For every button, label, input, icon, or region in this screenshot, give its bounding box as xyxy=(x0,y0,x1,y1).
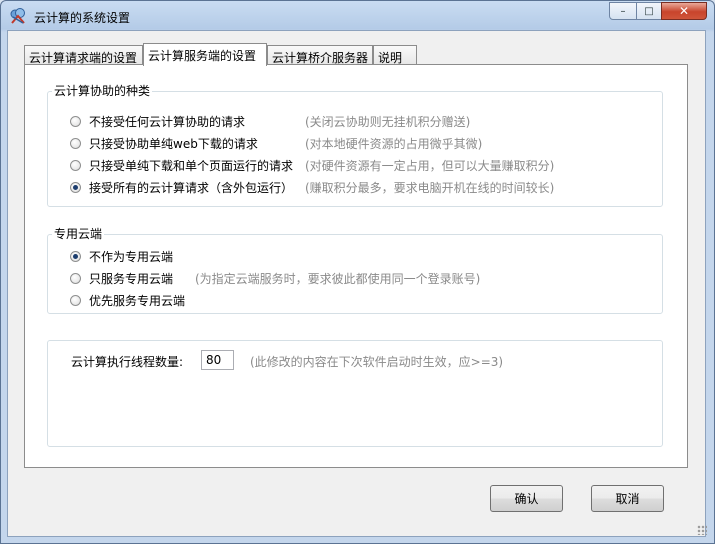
radio-hint: (为指定云端服务时，要求彼此都使用同一个登录账号) xyxy=(195,272,481,286)
tab-help[interactable]: 说明 xyxy=(373,45,417,65)
resize-grip-icon[interactable] xyxy=(697,525,707,535)
radio-label: 只接受单纯下载和单个页面运行的请求 xyxy=(89,159,294,173)
radio-reject-all[interactable]: 不接受任何云计算协助的请求 xyxy=(70,113,245,130)
maximize-button[interactable]: □ xyxy=(636,2,662,20)
radio-label: 优先服务专用云端 xyxy=(89,294,186,308)
cancel-button[interactable]: 取消 xyxy=(591,485,664,512)
radio-not-dedicated[interactable]: 不作为专用云端 xyxy=(70,248,173,265)
tab-request-settings[interactable]: 云计算请求端的设置 xyxy=(24,45,143,65)
thread-count-label: 云计算执行线程数量: xyxy=(71,355,184,369)
radio-button-selected[interactable] xyxy=(70,251,81,262)
title-bar[interactable]: 云计算的系统设置 – □ ✕ xyxy=(1,1,714,32)
radio-button-selected[interactable] xyxy=(70,182,81,193)
radio-button[interactable] xyxy=(70,273,81,284)
close-button[interactable]: ✕ xyxy=(661,2,707,20)
tab-panel: 云计算协助的种类 不接受任何云计算协助的请求 (关闭云协助则无挂机积分赠送) 只… xyxy=(24,64,688,468)
radio-hint: (赚取积分最多，要求电脑开机在线的时间较长) xyxy=(305,181,555,195)
radio-hint: (对硬件资源有一定占用，但可以大量赚取积分) xyxy=(305,159,555,173)
radio-label: 只接受协助单纯web下载的请求 xyxy=(89,137,258,151)
tab-bridge-server[interactable]: 云计算桥介服务器 xyxy=(267,45,373,65)
radio-button[interactable] xyxy=(70,138,81,149)
radio-button[interactable] xyxy=(70,295,81,306)
radio-button[interactable] xyxy=(70,160,81,171)
radio-download-and-page[interactable]: 只接受单纯下载和单个页面运行的请求 xyxy=(70,157,293,174)
thread-count-hint: (此修改的内容在下次软件启动时生效，应>=3) xyxy=(250,355,504,369)
minimize-button[interactable]: – xyxy=(609,2,637,20)
radio-dedicated-priority[interactable]: 优先服务专用云端 xyxy=(70,292,185,309)
radio-button[interactable] xyxy=(70,116,81,127)
radio-hint: (关闭云协助则无挂机积分赠送) xyxy=(305,115,471,129)
radio-accept-all[interactable]: 接受所有的云计算请求（含外包运行） xyxy=(70,179,293,196)
app-icon xyxy=(10,8,25,24)
ok-button[interactable]: 确认 xyxy=(490,485,563,512)
thread-count-input[interactable]: 80 xyxy=(201,350,234,370)
radio-dedicated-only[interactable]: 只服务专用云端 xyxy=(70,270,173,287)
radio-hint: (对本地硬件资源的占用微乎其微) xyxy=(305,137,483,151)
radio-label: 只服务专用云端 xyxy=(89,272,174,286)
radio-web-download-only[interactable]: 只接受协助单纯web下载的请求 xyxy=(70,135,258,152)
tab-server-settings[interactable]: 云计算服务端的设置 xyxy=(143,43,267,66)
radio-label: 接受所有的云计算请求（含外包运行） xyxy=(89,181,294,195)
window-title: 云计算的系统设置 xyxy=(34,11,131,25)
radio-label: 不作为专用云端 xyxy=(89,250,174,264)
dedicated-cloud-group-title: 专用云端 xyxy=(52,225,105,242)
radio-label: 不接受任何云计算协助的请求 xyxy=(89,115,246,129)
assist-type-group-title: 云计算协助的种类 xyxy=(52,82,153,99)
